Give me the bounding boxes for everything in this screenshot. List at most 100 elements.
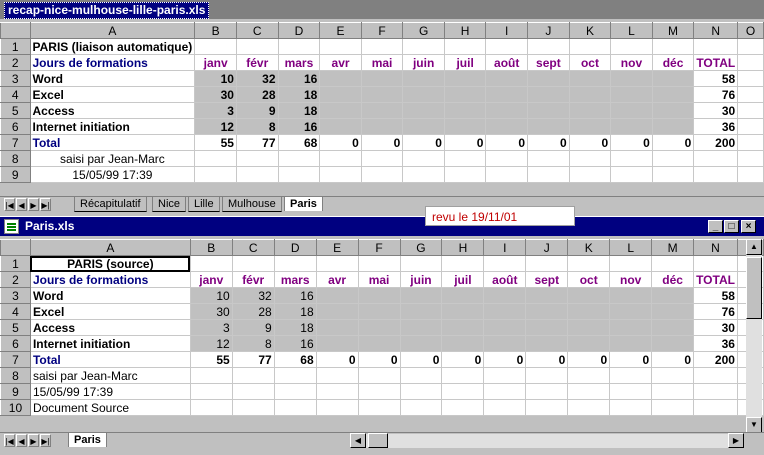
value-cell[interactable]: 9 [231,319,275,336]
row-header[interactable]: 1 [0,38,31,55]
value-cell[interactable] [319,86,362,103]
total-value-cell[interactable]: 0 [651,134,695,151]
cell[interactable] [737,38,764,55]
value-cell[interactable] [610,70,653,87]
column-header-e[interactable]: E [319,22,362,39]
first-sheet-button[interactable]: |◀ [4,434,15,447]
sheet-tab-nice[interactable]: Nice [152,197,187,212]
cell[interactable] [441,255,485,272]
value-cell[interactable] [399,287,443,304]
next-sheet-button[interactable]: ▶ [28,198,39,211]
month-header-cell[interactable]: oct [568,54,612,71]
cell[interactable] [567,255,611,272]
value-cell[interactable]: 16 [273,335,317,352]
cell[interactable] [189,367,233,384]
total-value-cell[interactable]: 0 [441,351,485,368]
cell[interactable] [609,383,653,400]
scroll-thumb[interactable] [746,257,762,319]
column-header-b[interactable]: B [189,239,233,256]
value-cell[interactable] [319,118,362,135]
value-cell[interactable] [319,70,362,87]
scroll-left-button[interactable]: ◀ [350,433,366,448]
prev-sheet-button[interactable]: ◀ [16,434,27,447]
course-label-cell[interactable]: Internet initiation [29,118,196,135]
value-cell[interactable]: 18 [277,102,321,119]
value-cell[interactable]: 30 [194,86,237,103]
total-value-cell[interactable]: 0 [443,134,487,151]
close-button[interactable]: × [741,220,756,233]
row-total-cell[interactable]: 36 [693,335,738,352]
cell[interactable] [525,367,569,384]
value-cell[interactable]: 16 [273,287,317,304]
cell[interactable] [567,399,611,416]
value-cell[interactable] [527,86,570,103]
month-header-cell[interactable]: janv [194,54,237,71]
cell[interactable] [737,86,764,103]
total-value-cell[interactable]: 0 [399,351,443,368]
row-header[interactable]: 7 [0,351,31,368]
last-sheet-button[interactable]: ▶| [40,198,51,211]
row-header[interactable]: 3 [0,287,31,304]
course-label-cell[interactable]: Excel [29,303,191,320]
row-header[interactable]: 5 [0,319,31,336]
value-cell[interactable] [443,118,487,135]
cell[interactable] [485,166,529,183]
month-header-cell[interactable]: sept [525,271,569,288]
value-cell[interactable]: 8 [231,335,275,352]
total-value-cell[interactable]: 68 [277,134,321,151]
value-cell[interactable] [441,287,485,304]
cell[interactable] [443,38,487,55]
cell[interactable] [525,383,569,400]
value-cell[interactable] [483,335,527,352]
cell[interactable] [483,367,527,384]
total-value-cell[interactable]: 0 [609,351,653,368]
column-header-d[interactable]: D [277,22,321,39]
cell[interactable] [443,166,487,183]
total-value-cell[interactable]: 68 [273,351,317,368]
cell[interactable] [360,38,404,55]
total-value-cell[interactable]: 0 [651,351,695,368]
title-cell[interactable]: PARIS (source) [29,255,191,272]
spreadsheet-grid[interactable]: A B C D E F G H I J K L M N O 1 PARIS (liaison automatiq… [0,22,764,183]
row-header[interactable]: 2 [0,54,31,71]
row-total-cell[interactable]: 30 [693,319,738,336]
value-cell[interactable]: 10 [189,287,233,304]
window-titlebar[interactable]: recap-nice-mulhouse-lille-paris.xls [0,0,764,19]
select-all-corner[interactable] [0,22,31,39]
value-cell[interactable] [319,102,362,119]
cell[interactable] [651,150,695,167]
grand-total-cell[interactable]: 200 [693,134,739,151]
scroll-down-button[interactable]: ▼ [746,417,762,433]
entered-by-cell[interactable]: saisi par Jean-Marc [29,150,196,167]
cell[interactable] [737,118,764,135]
cell[interactable] [737,70,764,87]
month-header-cell[interactable]: mars [277,54,321,71]
cell[interactable] [483,255,527,272]
cell[interactable] [360,166,404,183]
scroll-right-button[interactable]: ▶ [728,433,744,448]
month-header-cell[interactable]: mai [357,271,401,288]
course-label-cell[interactable]: Word [29,70,196,87]
row-header[interactable]: 8 [0,150,31,167]
value-cell[interactable]: 12 [189,335,233,352]
cell[interactable] [399,399,443,416]
row-total-cell[interactable]: 36 [693,118,739,135]
month-header-cell[interactable]: nov [609,271,653,288]
value-cell[interactable] [609,335,653,352]
cell[interactable] [399,255,443,272]
total-header-cell[interactable]: TOTAL [693,54,739,71]
total-value-cell[interactable]: 0 [525,351,569,368]
value-cell[interactable]: 8 [235,118,279,135]
cell[interactable] [402,150,445,167]
row-total-cell[interactable]: 58 [693,287,738,304]
spreadsheet-grid[interactable]: ABCDEFGHIJKLMNO1PARIS (source)2Jours de … [0,239,764,416]
column-header-g[interactable]: G [399,239,443,256]
cell[interactable] [319,166,362,183]
cell[interactable] [485,150,529,167]
cell[interactable] [527,166,570,183]
value-cell[interactable]: 18 [273,303,317,320]
cell[interactable] [737,166,764,183]
cell[interactable] [693,255,738,272]
cell[interactable] [693,399,738,416]
month-header-cell[interactable]: août [485,54,529,71]
